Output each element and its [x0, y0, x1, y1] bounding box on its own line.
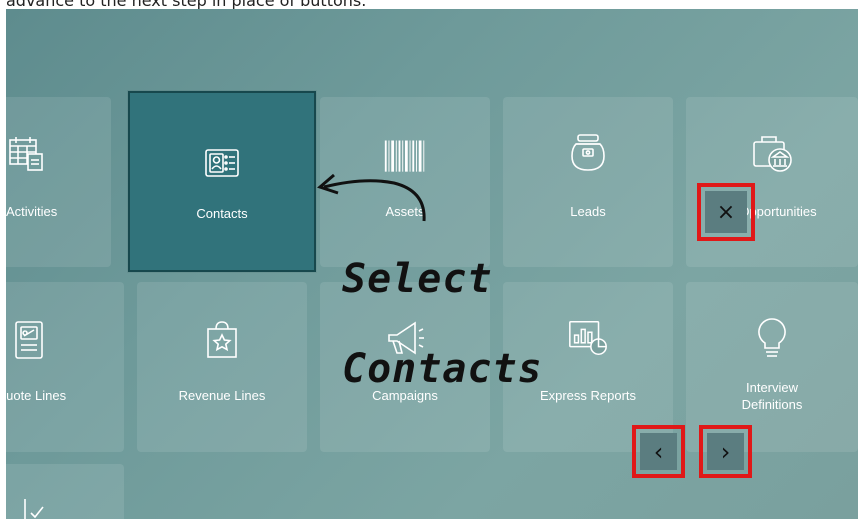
chevron-left-icon: ‹	[640, 433, 677, 470]
tile-label: Revenue Lines	[178, 388, 266, 403]
tile-partial[interactable]	[6, 464, 124, 519]
prev-button[interactable]: ‹	[632, 425, 685, 478]
briefcase-bank-icon	[750, 131, 794, 175]
honey-pot-icon	[566, 131, 610, 175]
tile-label: Activities	[6, 204, 58, 219]
calendar-icon	[6, 132, 48, 176]
shopping-bag-star-icon	[200, 318, 244, 362]
tile-quote-lines[interactable]: Quote Lines	[6, 282, 124, 452]
annotation-arrow	[317, 173, 426, 222]
tile-label: Interview Definitions	[741, 380, 803, 412]
tile-opportunities[interactable]: Opportunities	[686, 97, 858, 267]
lightbulb-icon	[750, 316, 794, 360]
springboard-panel: Activities Contacts Assets Leads Opportu…	[6, 9, 858, 519]
tile-label: Contacts	[196, 206, 248, 221]
tile-label: Leads	[570, 204, 606, 219]
tile-revenue-lines[interactable]: Revenue Lines	[137, 282, 307, 452]
close-button[interactable]: ×	[697, 183, 755, 241]
tile-leads[interactable]: Leads	[503, 97, 673, 267]
quote-document-icon	[8, 318, 52, 362]
tile-activities[interactable]: Activities	[6, 97, 111, 267]
tile-label: Quote Lines	[6, 388, 67, 403]
instruction-caption: advance to the next step in place of but…	[6, 0, 856, 9]
close-icon: ×	[705, 191, 747, 233]
checkmark-icon	[12, 486, 56, 519]
report-chart-icon	[566, 316, 610, 360]
contact-card-icon	[200, 141, 244, 185]
next-button[interactable]: ›	[699, 425, 752, 478]
annotation-contacts: Contacts	[342, 346, 543, 392]
annotation-select: Select	[342, 256, 493, 302]
chevron-right-icon: ›	[707, 433, 744, 470]
tile-contacts[interactable]: Contacts	[128, 91, 316, 272]
